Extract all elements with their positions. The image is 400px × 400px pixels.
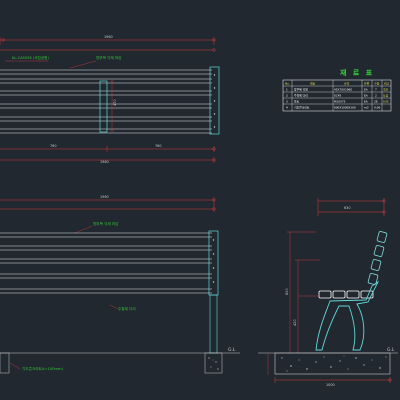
table-cell: 기초콘크리트: [294, 106, 310, 110]
table-cell: 28: [374, 100, 378, 104]
front-view: 1960 방부목 각재 마감 주철제 다리 G.L 기초콘크리트(t=100mm…: [0, 195, 240, 374]
top-view-slats: [0, 69, 212, 134]
top-view-dim-height: 470: [113, 100, 117, 106]
side-view-dim-top: 630: [344, 206, 350, 210]
top-view-bolts: [213, 74, 216, 128]
table-cell: 1: [286, 88, 288, 92]
table-header-cell: 비고: [384, 82, 390, 86]
front-view-dim-total-top: 1960: [100, 195, 109, 199]
top-view: 1960 KL-CAS058 (국립공원) 방부목 각재 마감 470 760 …: [0, 35, 220, 164]
front-view-footing-left: [0, 352, 10, 374]
table-cell: 방부목 각재: [294, 88, 308, 92]
side-view-dim-height: 800: [285, 289, 289, 295]
side-view-ground-label: G.L: [387, 347, 395, 353]
front-view-leg: [209, 294, 218, 354]
material-table-title: 재 료 표: [340, 68, 374, 77]
table-cell: SC45: [334, 94, 342, 98]
side-view-footing: [274, 352, 391, 375]
side-view-height-dimension: [287, 231, 320, 353]
material-table-header: No. 재료 규격 단위 수량 비고: [285, 82, 390, 86]
table-header-cell: 재료: [310, 82, 316, 86]
table-header-cell: 규격: [344, 82, 350, 86]
front-view-footing: [204, 352, 223, 374]
side-view-dim-bottom: 1000: [326, 383, 335, 387]
top-view-dim-total-top: 1960: [104, 35, 113, 39]
material-table-row: 4 기초콘크리트 600X1000X100 m3 0.06: [286, 106, 380, 110]
table-cell: 7: [375, 88, 377, 92]
top-view-dim-left: 760: [50, 144, 56, 148]
leader-line: [69, 60, 97, 69]
table-cell: 국산: [383, 88, 389, 92]
material-table: 재 료 표 No. 재료 규격 단위 수량 비고 1 방부목 각재 45X70X…: [282, 68, 392, 112]
side-view-footing-aggregate: [281, 355, 387, 372]
front-view-timber-label: 방부목 각재 마감: [93, 221, 119, 226]
front-view-ground-label: G.L: [228, 347, 236, 353]
table-cell: 3: [286, 100, 288, 104]
front-view-bolts: [212, 239, 215, 283]
side-view-top-dimension: [317, 198, 386, 216]
side-view-seat: [318, 290, 374, 299]
leader-line: [9, 362, 21, 370]
table-header-cell: No.: [285, 82, 290, 86]
material-table-row: 2 주철제 다리 SC45 EA 2 도장: [286, 94, 389, 98]
table-header-cell: 수량: [374, 82, 380, 86]
table-cell: 2: [375, 94, 377, 98]
table-cell: 도장: [383, 94, 389, 98]
table-cell: 4: [286, 106, 288, 110]
leader-line: [74, 225, 93, 234]
top-view-dim-total-bottom: 1960: [100, 160, 109, 164]
side-view-dim-seat-height: 420: [293, 320, 297, 326]
top-view-material-label: KL-CAS058 (국립공원): [12, 55, 49, 60]
table-cell: EA: [364, 100, 368, 104]
table-cell: 0.06: [374, 106, 380, 110]
front-view-footing-aggregate: [208, 357, 219, 370]
top-view-leg-frame: [99, 80, 108, 133]
table-cell: 45X70X1960: [334, 88, 352, 92]
top-view-timber-label: 방부목 각재 마감: [96, 55, 122, 60]
front-view-frame-label: 주철제 다리: [118, 306, 136, 311]
table-cell: 볼트: [294, 100, 300, 104]
side-view-backrest: [367, 231, 388, 285]
table-cell: EA: [364, 94, 368, 98]
table-header-cell: 단위: [364, 82, 370, 86]
leader-line: [109, 304, 119, 310]
front-view-slats: [0, 232, 212, 294]
table-cell: SUS: [383, 100, 389, 104]
material-table-row: 1 방부목 각재 45X70X1960 EA 7 국산: [286, 88, 389, 92]
front-view-top-dimension: [0, 197, 216, 212]
table-cell: 주철제 다리: [294, 94, 308, 98]
table-cell: 600X1000X100: [334, 106, 356, 110]
top-view-dim-right: 760: [155, 144, 161, 148]
drawing-canvas: 1960 KL-CAS058 (국립공원) 방부목 각재 마감 470 760 …: [0, 35, 398, 387]
table-cell: M10X75: [334, 100, 346, 104]
top-view-top-dimension: [0, 37, 216, 52]
table-cell: EA: [364, 88, 368, 92]
material-table-row: 3 볼트 M10X75 EA 28 SUS: [286, 100, 389, 104]
table-cell: 2: [286, 94, 288, 98]
table-cell: m3: [364, 106, 369, 110]
side-view: 630 800 420 G.L 1000: [258, 198, 398, 387]
front-view-foundation-label: 기초콘크리트(t=100mm): [22, 366, 64, 371]
